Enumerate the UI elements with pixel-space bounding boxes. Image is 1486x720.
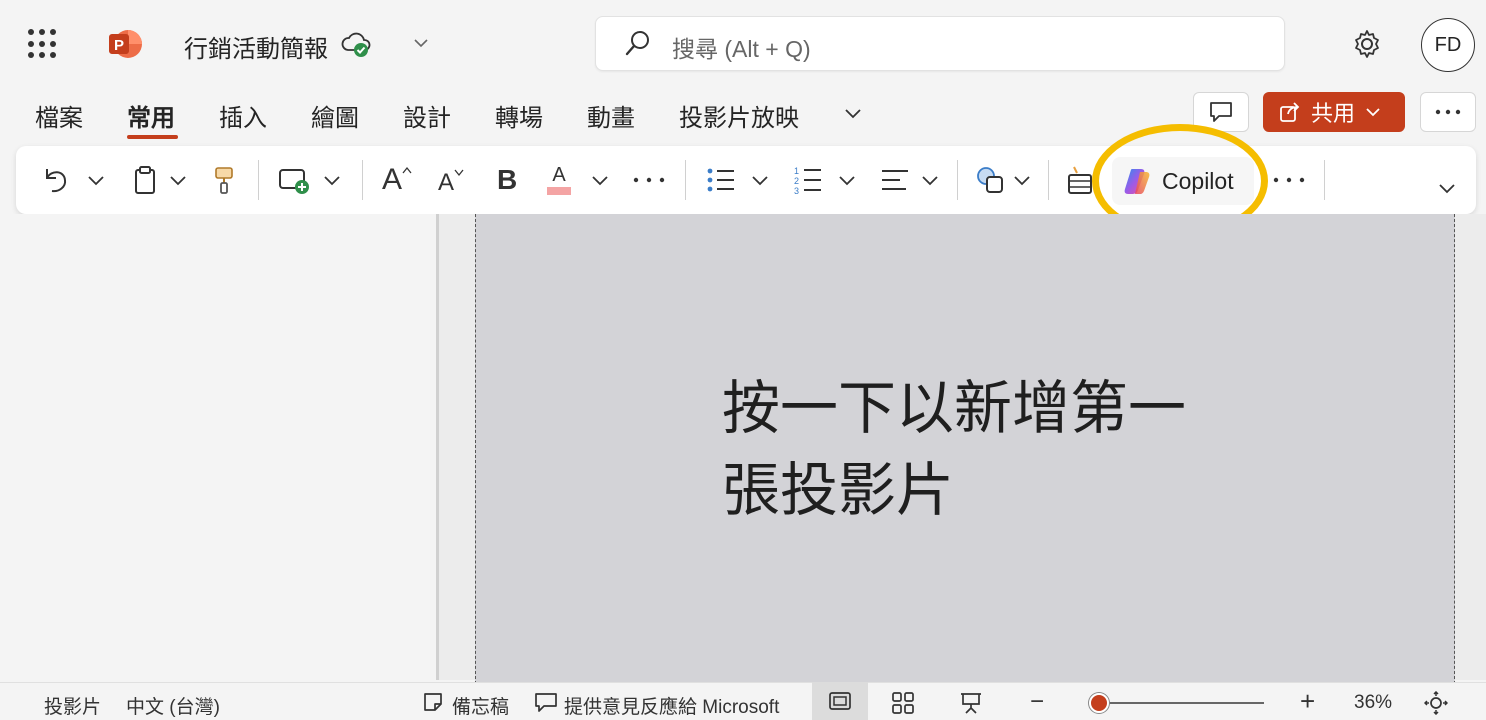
expand-ribbon-chevron-down-icon[interactable] bbox=[1437, 170, 1457, 206]
more-options-button[interactable] bbox=[1420, 92, 1476, 132]
format-painter-button[interactable] bbox=[212, 162, 236, 198]
more-font-options-button[interactable] bbox=[633, 162, 665, 198]
zoom-level[interactable]: 36% bbox=[1354, 692, 1392, 714]
shapes-icon bbox=[975, 165, 1005, 195]
ribbon-separator bbox=[685, 160, 686, 200]
grow-font-button[interactable]: A bbox=[382, 162, 412, 198]
fit-to-window-icon[interactable] bbox=[1424, 691, 1448, 715]
shapes-button[interactable] bbox=[975, 162, 1005, 198]
zoom-slider-track[interactable] bbox=[1098, 702, 1264, 704]
align-icon bbox=[880, 167, 910, 193]
svg-text:3: 3 bbox=[794, 186, 799, 195]
slide-sorter-icon[interactable] bbox=[891, 691, 915, 715]
tab-draw[interactable]: 繪圖 bbox=[311, 98, 359, 133]
feedback-icon[interactable] bbox=[534, 691, 558, 713]
language-indicator[interactable]: 中文 (台灣) bbox=[126, 692, 220, 719]
more-icon bbox=[633, 177, 665, 183]
new-slide-button[interactable] bbox=[278, 162, 310, 198]
slide-placeholder-text[interactable]: 按一下以新增第一 張投影片 bbox=[722, 368, 1242, 532]
tab-home[interactable]: 常用 bbox=[127, 98, 175, 133]
tab-design[interactable]: 設計 bbox=[403, 98, 451, 133]
bold-button[interactable]: B bbox=[497, 162, 517, 198]
copilot-button[interactable]: Copilot bbox=[1112, 157, 1254, 205]
paste-button[interactable] bbox=[132, 162, 158, 198]
slide-indicator: 投影片 bbox=[44, 697, 102, 718]
designer-icon bbox=[1066, 165, 1094, 195]
document-title[interactable]: 行銷活動簡報 bbox=[184, 29, 328, 64]
share-icon bbox=[1279, 101, 1301, 123]
bullets-icon bbox=[706, 166, 736, 194]
shrink-font-button[interactable]: A bbox=[438, 162, 464, 198]
ribbon-separator bbox=[1324, 160, 1325, 200]
shrink-font-icon: A bbox=[438, 169, 455, 196]
slide-placeholder-line: 按一下以新增第一 bbox=[722, 376, 1187, 441]
ribbon-separator bbox=[1048, 160, 1049, 200]
zoom-out-button[interactable]: − bbox=[1030, 688, 1044, 716]
zoom-in-button[interactable]: + bbox=[1300, 686, 1315, 717]
clipboard-icon bbox=[132, 165, 158, 195]
ribbon-separator bbox=[362, 160, 363, 200]
presenter-icon[interactable] bbox=[959, 691, 983, 715]
cloud-saved-icon[interactable] bbox=[340, 30, 372, 60]
svg-text:2: 2 bbox=[794, 176, 799, 186]
bullets-button[interactable] bbox=[706, 162, 736, 198]
tab-animations[interactable]: 動畫 bbox=[587, 98, 635, 133]
font-color-swatch bbox=[547, 187, 571, 195]
tab-slideshow[interactable]: 投影片放映 bbox=[679, 98, 799, 133]
feedback-button[interactable]: 提供意見反應給 Microsoft bbox=[564, 692, 779, 719]
normal-view-icon bbox=[828, 691, 852, 711]
numbering-icon: 123 bbox=[793, 165, 823, 195]
normal-view-button[interactable] bbox=[812, 682, 868, 720]
align-button[interactable] bbox=[880, 162, 910, 198]
gear-icon[interactable] bbox=[1351, 28, 1383, 60]
ribbon-separator bbox=[957, 160, 958, 200]
more-icon bbox=[1435, 109, 1461, 115]
search-icon bbox=[624, 29, 652, 57]
paste-chevron-down-icon[interactable] bbox=[169, 162, 187, 198]
share-button[interactable]: 共用 bbox=[1263, 92, 1405, 132]
search-placeholder[interactable]: 搜尋 (Alt + Q) bbox=[672, 30, 811, 64]
share-label: 共用 bbox=[1311, 101, 1356, 126]
app-launcher-icon[interactable] bbox=[28, 29, 58, 59]
bullets-chevron-down-icon[interactable] bbox=[751, 162, 769, 198]
more-icon bbox=[1273, 177, 1305, 183]
slide-placeholder-line: 張投影片 bbox=[722, 458, 955, 523]
undo-button[interactable] bbox=[42, 162, 70, 198]
zoom-slider-handle[interactable] bbox=[1089, 693, 1109, 713]
copilot-icon bbox=[1122, 166, 1152, 196]
tab-transitions[interactable]: 轉場 bbox=[495, 98, 543, 133]
new-slide-chevron-down-icon[interactable] bbox=[323, 162, 341, 198]
active-tab-indicator bbox=[127, 135, 178, 139]
ribbon-separator bbox=[258, 160, 259, 200]
svg-text:P: P bbox=[114, 37, 124, 54]
slide-thumbnail-pane[interactable] bbox=[0, 214, 437, 680]
share-chevron-down-icon bbox=[1365, 104, 1381, 120]
designer-button[interactable] bbox=[1066, 162, 1094, 198]
format-painter-icon bbox=[212, 165, 236, 195]
more-tabs-chevron-icon[interactable] bbox=[843, 103, 863, 123]
undo-chevron-down-icon[interactable] bbox=[87, 162, 105, 198]
numbering-chevron-down-icon[interactable] bbox=[838, 162, 856, 198]
font-color-chevron-down-icon[interactable] bbox=[591, 162, 609, 198]
numbering-button[interactable]: 123 bbox=[793, 162, 823, 198]
tab-file[interactable]: 檔案 bbox=[35, 98, 83, 133]
new-slide-icon bbox=[278, 165, 310, 195]
undo-icon bbox=[42, 165, 70, 195]
font-color-button[interactable]: A bbox=[547, 162, 571, 198]
avatar[interactable]: FD bbox=[1421, 18, 1475, 72]
shapes-chevron-down-icon[interactable] bbox=[1013, 162, 1031, 198]
powerpoint-logo-icon: P bbox=[107, 26, 143, 62]
more-ribbon-options-button[interactable] bbox=[1273, 162, 1305, 198]
align-chevron-down-icon[interactable] bbox=[921, 162, 939, 198]
svg-text:1: 1 bbox=[794, 166, 799, 176]
grow-font-icon: A bbox=[382, 163, 403, 196]
notes-button[interactable]: 備忘稿 bbox=[452, 692, 509, 719]
comment-icon bbox=[1208, 100, 1234, 124]
title-chevron-down-icon[interactable] bbox=[412, 34, 430, 52]
copilot-label: Copilot bbox=[1162, 167, 1234, 194]
font-color-icon: A bbox=[552, 164, 566, 186]
notes-icon[interactable] bbox=[422, 691, 444, 713]
tab-insert[interactable]: 插入 bbox=[219, 98, 267, 133]
